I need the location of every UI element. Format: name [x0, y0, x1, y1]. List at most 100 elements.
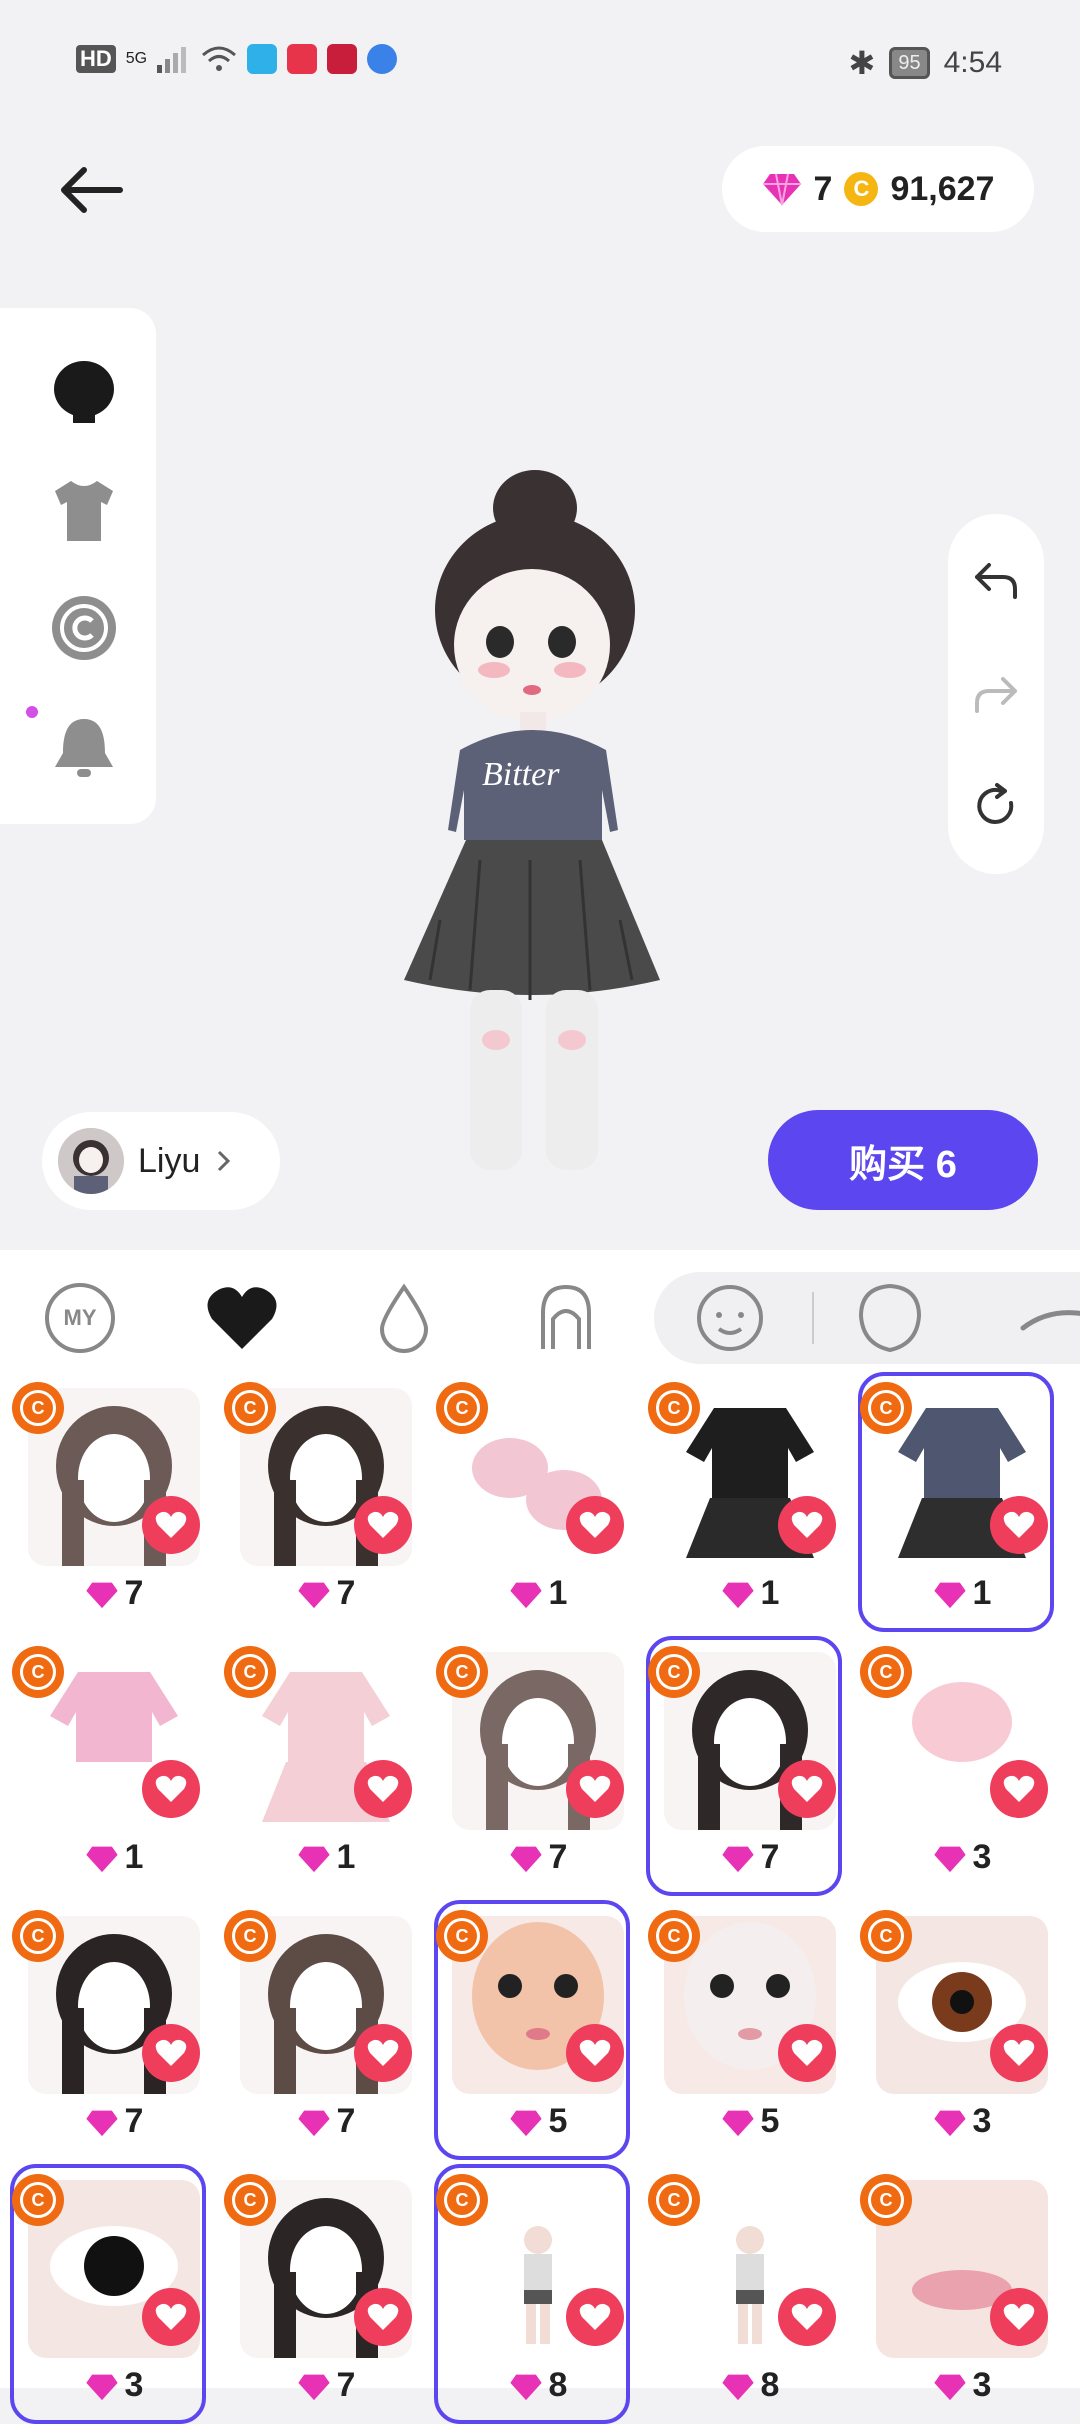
undo-button[interactable]	[966, 550, 1026, 610]
favorite-button[interactable]	[990, 2024, 1048, 2082]
signal-icon	[157, 47, 187, 73]
item-price-value: 3	[972, 2366, 992, 2404]
head-icon	[54, 361, 114, 423]
favorite-button[interactable]	[990, 2288, 1048, 2346]
gem-icon	[297, 1582, 330, 1609]
item-card[interactable]: C7	[646, 1636, 850, 1896]
copyright-badge-icon: C	[648, 2174, 700, 2226]
item-card[interactable]: C8	[434, 2164, 638, 2424]
copyright-badge-icon: C	[436, 1382, 488, 1434]
hd-label: HD	[76, 45, 116, 73]
reset-button[interactable]	[966, 776, 1026, 836]
item-card[interactable]: C3	[860, 2174, 1062, 2418]
item-card[interactable]: C3	[860, 1646, 1062, 1890]
item-card[interactable]: C1	[436, 1382, 638, 1626]
item-price: 8	[650, 2366, 850, 2405]
item-card[interactable]: C5	[434, 1900, 638, 2160]
category-clothes[interactable]	[42, 468, 126, 552]
heart-icon	[1003, 1775, 1035, 1802]
favorite-button[interactable]	[142, 2024, 200, 2082]
eyebrow-icon	[1020, 1310, 1080, 1331]
item-price: 1	[14, 1838, 214, 1877]
item-price: 3	[862, 2102, 1062, 2141]
item-card[interactable]: C7	[436, 1646, 638, 1890]
gem-icon	[721, 2110, 754, 2137]
tab-eyebrow[interactable]	[1014, 1280, 1080, 1356]
tab-face[interactable]	[692, 1280, 768, 1356]
heart-icon	[1003, 1511, 1035, 1538]
copyright-badge-icon: C	[648, 1646, 700, 1698]
heart-icon	[367, 1511, 399, 1538]
favorite-button[interactable]	[566, 2024, 624, 2082]
item-card[interactable]: C3	[10, 2164, 214, 2424]
app-globe-icon	[367, 44, 398, 74]
back-button[interactable]	[50, 150, 130, 230]
category-panel	[0, 308, 156, 824]
profile-pill[interactable]: Liyu	[42, 1112, 280, 1210]
heart-icon	[791, 2303, 823, 2330]
favorite-button[interactable]	[990, 1496, 1048, 1554]
favorite-button[interactable]	[990, 1760, 1048, 1818]
tab-face-shape[interactable]	[852, 1280, 928, 1356]
item-card[interactable]: C1	[12, 1646, 214, 1890]
category-bell[interactable]	[42, 706, 126, 790]
item-card[interactable]: C7	[224, 1910, 426, 2154]
heart-icon	[367, 1775, 399, 1802]
gem-icon	[933, 1582, 966, 1609]
item-card[interactable]: C7	[224, 1382, 426, 1626]
tab-color[interactable]	[366, 1280, 442, 1356]
status-icons-right: ✱ 95 4:54	[849, 44, 1002, 82]
category-copyright[interactable]	[42, 586, 126, 670]
item-card[interactable]: C1	[648, 1382, 850, 1626]
item-card[interactable]: C1	[858, 1372, 1062, 1632]
item-card[interactable]: C7	[12, 1382, 214, 1626]
favorite-button[interactable]	[142, 1496, 200, 1554]
avatar-preview[interactable]: Bitter	[370, 460, 710, 1190]
copyright-badge-icon: C	[436, 1910, 488, 1962]
item-card[interactable]: C5	[648, 1910, 850, 2154]
heart-icon	[155, 2303, 187, 2330]
favorite-button[interactable]	[566, 1496, 624, 1554]
favorite-button[interactable]	[142, 2288, 200, 2346]
copyright-icon	[52, 596, 116, 660]
favorite-button[interactable]	[354, 1496, 412, 1554]
favorite-button[interactable]	[354, 2024, 412, 2082]
favorite-button[interactable]	[778, 2288, 836, 2346]
tab-my[interactable]: MY	[42, 1280, 118, 1356]
history-panel	[948, 514, 1044, 874]
heart-icon	[791, 1511, 823, 1538]
item-price: 1	[862, 1574, 1062, 1613]
buy-button[interactable]: 购买 6	[768, 1110, 1038, 1210]
heart-icon	[579, 1511, 611, 1538]
gem-icon	[721, 2374, 754, 2401]
redo-button[interactable]	[966, 664, 1026, 724]
battery-icon: 95	[889, 47, 930, 79]
favorite-button[interactable]	[354, 1760, 412, 1818]
favorite-button[interactable]	[566, 1760, 624, 1818]
favorite-button[interactable]	[354, 2288, 412, 2346]
copyright-badge-icon: C	[436, 1646, 488, 1698]
gem-icon	[85, 1582, 118, 1609]
tab-hair[interactable]	[528, 1280, 604, 1356]
favorite-button[interactable]	[778, 1760, 836, 1818]
back-arrow-icon	[61, 167, 123, 213]
item-card[interactable]: C3	[860, 1910, 1062, 2154]
tab-favorites[interactable]	[204, 1280, 280, 1356]
favorite-button[interactable]	[142, 1760, 200, 1818]
face-icon	[697, 1285, 763, 1351]
app-heart-icon	[327, 44, 358, 74]
heart-icon	[579, 2303, 611, 2330]
heart-icon	[155, 2039, 187, 2066]
gem-count: 7	[813, 169, 833, 208]
category-head[interactable]	[42, 348, 126, 432]
item-card[interactable]: C8	[648, 2174, 850, 2418]
item-card[interactable]: C7	[12, 1910, 214, 2154]
favorite-button[interactable]	[778, 2024, 836, 2082]
favorite-button[interactable]	[778, 1496, 836, 1554]
item-card[interactable]: C1	[224, 1646, 426, 1890]
gem-icon	[509, 2110, 542, 2137]
item-card[interactable]: C7	[224, 2174, 426, 2418]
drop-icon	[379, 1283, 429, 1353]
currency-pill[interactable]: 7 C 91,627	[722, 146, 1034, 232]
favorite-button[interactable]	[566, 2288, 624, 2346]
